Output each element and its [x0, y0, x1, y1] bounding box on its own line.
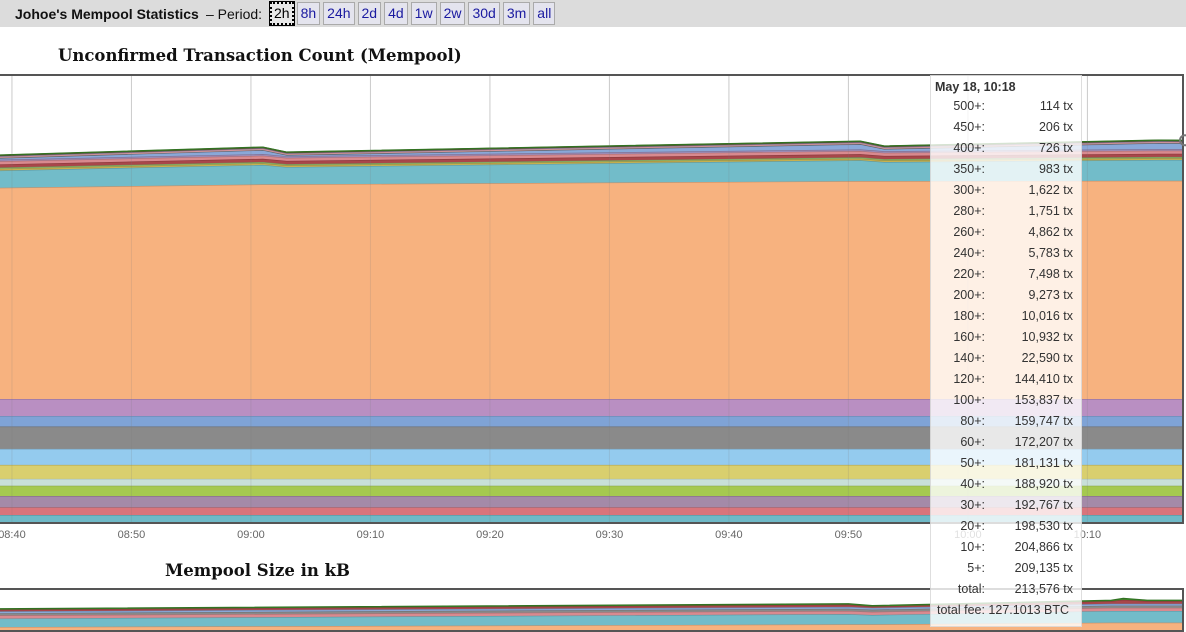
- tooltip-row-value: 7,498 tx: [1028, 267, 1073, 281]
- tooltip-row-value: 172,207 tx: [1014, 435, 1073, 449]
- chart-title-mempool-size: Mempool Size in kB: [165, 561, 350, 580]
- tooltip-row-value: 22,590 tx: [1021, 351, 1073, 365]
- tooltip-row-value: 983 tx: [1038, 162, 1073, 176]
- tooltip-row-value: 209,135 tx: [1014, 561, 1073, 575]
- tooltip-row: 80+: 159,747 tx: [931, 414, 1077, 430]
- tooltip-row-value: 114 tx: [1039, 99, 1073, 113]
- tooltip-row: 60+: 172,207 tx: [931, 435, 1077, 451]
- tooltip-row: 220+: 7,498 tx: [931, 267, 1077, 283]
- tooltip-row-value: 5,783 tx: [1028, 246, 1073, 260]
- tooltip-row: 200+: 9,273 tx: [931, 288, 1077, 304]
- tooltip-row-label: 300+:: [953, 183, 985, 197]
- tooltip-row: 120+: 144,410 tx: [931, 372, 1077, 388]
- tooltip-row-label: 200+:: [953, 288, 985, 302]
- tooltip-row: 240+: 5,783 tx: [931, 246, 1077, 262]
- tooltip-row-label: 400+:: [953, 141, 985, 155]
- tooltip-row-label: 140+:: [953, 351, 985, 365]
- tooltip-row: 10+: 204,866 tx: [931, 540, 1077, 556]
- tooltip-row-value: 1,622 tx: [1028, 183, 1073, 197]
- tooltip-row: 280+: 1,751 tx: [931, 204, 1077, 220]
- tooltip-row: 20+: 198,530 tx: [931, 519, 1077, 535]
- tooltip-row-value: 9,273 tx: [1028, 288, 1073, 302]
- tooltip-row: 450+: 206 tx: [931, 120, 1077, 136]
- tooltip-row-value: 198,530 tx: [1014, 519, 1073, 533]
- chart-tooltip: May 18, 10:18 500+: 114 tx 450+: 206 tx 400+…: [930, 75, 1082, 627]
- tooltip-row: 40+: 188,920 tx: [931, 477, 1077, 493]
- tooltip-row-label: 450+:: [953, 120, 985, 134]
- tooltip-row: 5+: 209,135 tx: [931, 561, 1077, 577]
- tooltip-row-label: total:: [957, 582, 985, 596]
- tooltip-row: 100+: 153,837 tx: [931, 393, 1077, 409]
- tooltip-row: total: 213,576 tx: [931, 582, 1077, 598]
- tooltip-row-label: 180+:: [953, 309, 985, 323]
- tooltip-row-label: 500+:: [953, 99, 985, 113]
- tooltip-row-label: 5+:: [967, 561, 985, 575]
- tooltip-row-label: 50+:: [960, 456, 985, 470]
- tooltip-row-value: 10,932 tx: [1021, 330, 1073, 344]
- tooltip-row-value: 1,751 tx: [1028, 204, 1073, 218]
- tooltip-row-value: 204,866 tx: [1014, 540, 1073, 554]
- tooltip-row-value: 153,837 tx: [1014, 393, 1073, 407]
- tooltip-total-fee: total fee: 127.1013 BTC: [937, 603, 1070, 617]
- tooltip-row: 500+: 114 tx: [931, 99, 1077, 115]
- tooltip-row-label: 260+:: [953, 225, 985, 239]
- tooltip-row: 50+: 181,131 tx: [931, 456, 1077, 472]
- tooltip-row-value: 159,747 tx: [1014, 414, 1073, 428]
- tooltip-row-value: 726 tx: [1038, 141, 1073, 155]
- tooltip-row-value: 192,767 tx: [1014, 498, 1073, 512]
- tooltip-row-label: 40+:: [960, 477, 985, 491]
- tooltip-row-label: 120+:: [953, 372, 985, 386]
- tooltip-row-label: 160+:: [953, 330, 985, 344]
- tooltip-row: 140+: 22,590 tx: [931, 351, 1077, 367]
- tooltip-row-value: 4,862 tx: [1028, 225, 1073, 239]
- tooltip-row-value: 10,016 tx: [1021, 309, 1073, 323]
- tooltip-row-label: 280+:: [953, 204, 985, 218]
- tooltip-row-value: 144,410 tx: [1014, 372, 1073, 386]
- tooltip-row-value: 181,131 tx: [1014, 456, 1073, 470]
- tooltip-date: May 18, 10:18: [935, 80, 1016, 94]
- tooltip-row-label: 80+:: [960, 414, 985, 428]
- tooltip-row-value: 213,576 tx: [1014, 582, 1073, 596]
- tooltip-row-label: 220+:: [953, 267, 985, 281]
- tooltip-row-value: 188,920 tx: [1014, 477, 1073, 491]
- tooltip-row: 400+: 726 tx: [931, 141, 1077, 157]
- tooltip-row: 180+: 10,016 tx: [931, 309, 1077, 325]
- tooltip-row-label: 10+:: [960, 540, 985, 554]
- tooltip-row: 300+: 1,622 tx: [931, 183, 1077, 199]
- tooltip-row-label: 350+:: [953, 162, 985, 176]
- tooltip-row: 160+: 10,932 tx: [931, 330, 1077, 346]
- tooltip-row: 350+: 983 tx: [931, 162, 1077, 178]
- tooltip-row-label: 100+:: [953, 393, 985, 407]
- tooltip-row: 260+: 4,862 tx: [931, 225, 1077, 241]
- tooltip-row-value: 206 tx: [1038, 120, 1073, 134]
- tooltip-row-label: 20+:: [960, 519, 985, 533]
- tooltip-row-label: 240+:: [953, 246, 985, 260]
- tooltip-row: 30+: 192,767 tx: [931, 498, 1077, 514]
- tooltip-row-label: 30+:: [960, 498, 985, 512]
- tooltip-row-label: 60+:: [960, 435, 985, 449]
